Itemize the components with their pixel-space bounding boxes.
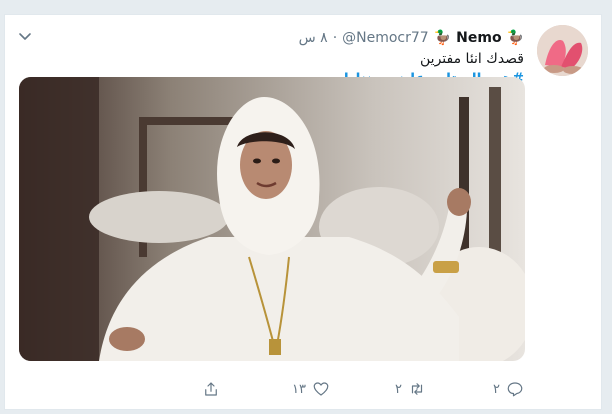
- retweet-count: ٢: [395, 381, 402, 397]
- separator-dot: ·: [332, 30, 338, 46]
- like-count: ١٣: [292, 381, 306, 397]
- retweet-icon: [411, 383, 423, 395]
- reply-button[interactable]: ٢: [493, 379, 524, 399]
- share-button[interactable]: [202, 379, 220, 399]
- tweet-card[interactable]: 🦆 Nemo 🦆 @Nemocr77 · ٨ س قصدك انئا مفتري…: [4, 14, 602, 410]
- tweet-photo[interactable]: [19, 77, 525, 361]
- avatar[interactable]: [537, 25, 588, 76]
- tweet-timestamp[interactable]: ٨ س: [299, 30, 328, 46]
- retweet-button[interactable]: ٢: [395, 379, 426, 399]
- share-icon: [205, 382, 217, 396]
- tweet-body: قصدك انئا مفترين: [420, 51, 524, 67]
- author-handle[interactable]: @Nemocr77: [342, 30, 429, 46]
- chevron-down-icon[interactable]: [17, 29, 33, 45]
- tweet-actions: ٢ ٢ ١٣: [205, 379, 524, 401]
- duck-emoji-right: 🦆: [506, 30, 524, 46]
- photo-image: [19, 77, 525, 361]
- reply-count: ٢: [493, 381, 500, 397]
- like-button[interactable]: ١٣: [292, 379, 330, 399]
- author-name[interactable]: Nemo: [456, 30, 501, 46]
- reply-icon: [507, 382, 523, 397]
- avatar-image: [537, 25, 588, 76]
- heart-icon: [313, 382, 329, 396]
- duck-emoji-left: 🦆: [433, 30, 452, 46]
- tweet-header: 🦆 Nemo 🦆 @Nemocr77 · ٨ س: [299, 28, 524, 48]
